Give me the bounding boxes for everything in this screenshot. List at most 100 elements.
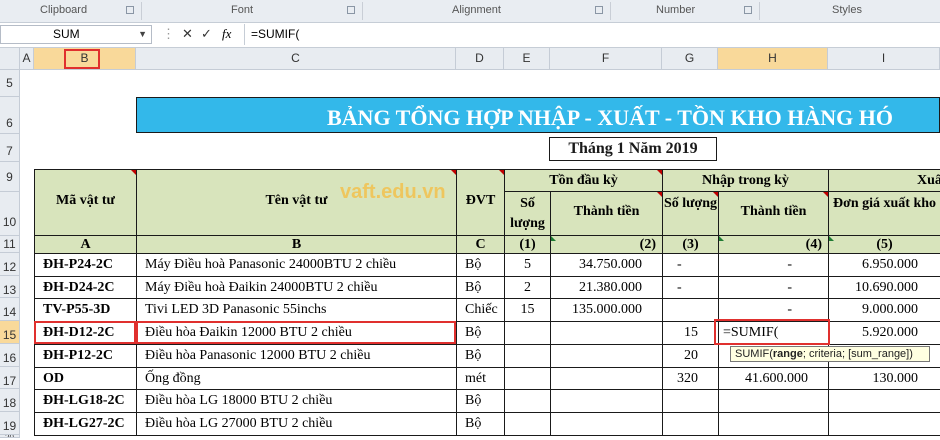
ribbon-group-clipboard[interactable]: Clipboard (40, 4, 87, 16)
comment-indicator-icon[interactable] (131, 170, 136, 175)
cell-thanh-tien[interactable] (550, 344, 663, 368)
formula-input[interactable]: =SUMIF( (244, 24, 940, 45)
error-indicator-icon[interactable] (829, 236, 834, 241)
comment-indicator-icon[interactable] (713, 192, 718, 197)
cell-ten-vat-tu[interactable]: Điều hòa LG 18000 BTU 2 chiều (136, 389, 457, 413)
error-indicator-icon[interactable] (551, 236, 556, 241)
cell-thanh-tien[interactable]: 34.750.000 (550, 253, 663, 277)
column-header-d[interactable]: D (456, 48, 504, 70)
cell-thanh-tien-nhap[interactable]: 41.600.000 (718, 367, 829, 390)
cell-dvt[interactable]: Chiếc (456, 298, 505, 322)
tooltip-arg-range[interactable]: range (773, 348, 803, 360)
cell-ma-vat-tu[interactable]: ĐH-P24-2C (34, 253, 137, 277)
code-g[interactable]: (3) (662, 235, 719, 254)
cell-so-luong-nhap[interactable]: 20 (662, 344, 719, 368)
comment-indicator-icon[interactable] (499, 170, 504, 175)
select-all-corner[interactable] (0, 48, 20, 70)
name-box-dropdown-icon[interactable]: ▼ (138, 26, 147, 43)
cell-so-luong[interactable]: 15 (504, 298, 551, 322)
clipboard-launcher-icon[interactable] (126, 6, 134, 14)
row-header[interactable]: 17 (0, 367, 20, 389)
font-launcher-icon[interactable] (347, 6, 355, 14)
cell-so-luong-nhap[interactable]: 320 (662, 367, 719, 390)
row-header[interactable]: 13 (0, 276, 20, 298)
cell-so-luong-nhap[interactable] (662, 298, 719, 322)
sheet-title[interactable]: BẢNG TỔNG HỢP NHẬP - XUẤT - TỒN KHO HÀNG… (136, 97, 940, 133)
cell-don-gia-xuat[interactable]: 9.000.000 (828, 298, 940, 322)
code-f[interactable]: (2) (550, 235, 663, 254)
header-nhap-trong-ky[interactable]: Nhập trong kỳ (662, 169, 829, 192)
cell-thanh-tien[interactable] (550, 412, 663, 436)
cell-so-luong[interactable] (504, 389, 551, 413)
cell-so-luong[interactable]: 5 (504, 253, 551, 277)
cell-ma-vat-tu[interactable]: ĐH-LG18-2C (34, 389, 137, 413)
cell-dvt[interactable]: Bộ (456, 253, 505, 277)
code-h[interactable]: (4) (718, 235, 829, 254)
comment-indicator-icon[interactable] (451, 170, 456, 175)
header-thanh-tien-nhap[interactable]: Thành tiền (718, 191, 829, 236)
cell-so-luong[interactable] (504, 321, 551, 345)
comment-indicator-icon[interactable] (823, 192, 828, 197)
cell-thanh-tien-nhap[interactable] (718, 389, 829, 413)
ribbon-group-font[interactable]: Font (231, 4, 253, 16)
ribbon-group-styles[interactable]: Styles (832, 4, 862, 16)
row-header[interactable]: 12 (0, 253, 20, 276)
row-header[interactable]: 18 (0, 389, 20, 412)
cell-dvt[interactable]: Bộ (456, 344, 505, 368)
name-box[interactable]: SUM ▼ (0, 25, 152, 44)
cell-ma-vat-tu[interactable]: ĐH-D12-2C (34, 321, 137, 345)
row-header[interactable]: 11 (0, 236, 20, 253)
cell-ten-vat-tu[interactable]: Ống đồng (136, 367, 457, 390)
cancel-icon[interactable]: ✕ (182, 26, 193, 42)
cell-thanh-tien[interactable] (550, 367, 663, 390)
header-dvt[interactable]: ĐVT (456, 169, 505, 236)
cell-dvt[interactable]: Bộ (456, 412, 505, 436)
cell-don-gia-xuat[interactable] (828, 412, 940, 436)
cell-ma-vat-tu[interactable]: TV-P55-3D (34, 298, 137, 322)
cell-ma-vat-tu[interactable]: ĐH-P12-2C (34, 344, 137, 368)
cell-ten-vat-tu[interactable]: Máy Điều hoà Đaikin 24000BTU 2 chiều (136, 276, 457, 299)
insert-function-icon[interactable]: fx (222, 26, 231, 42)
cell-so-luong[interactable] (504, 412, 551, 436)
comment-indicator-icon[interactable] (657, 170, 662, 175)
cell-don-gia-xuat[interactable]: 10.690.000 (828, 276, 940, 299)
cell-so-luong-nhap[interactable]: 15 (662, 321, 719, 345)
column-header-e[interactable]: E (504, 48, 550, 70)
code-e[interactable]: (1) (504, 235, 551, 254)
cell-ten-vat-tu[interactable]: Tivi LED 3D Panasonic 55inchs (136, 298, 457, 322)
cell-thanh-tien[interactable] (550, 321, 663, 345)
cell-don-gia-xuat[interactable] (828, 389, 940, 413)
cell-dvt[interactable]: Bộ (456, 321, 505, 345)
cell-so-luong-nhap[interactable] (662, 389, 719, 413)
cell-ten-vat-tu[interactable]: Máy Điều hoà Panasonic 24000BTU 2 chiều (136, 253, 457, 277)
cell-don-gia-xuat[interactable]: 5.920.000 (828, 321, 940, 345)
cell-thanh-tien[interactable] (550, 389, 663, 413)
cell-thanh-tien-nhap[interactable]: - (718, 253, 829, 277)
cell-thanh-tien[interactable]: 21.380.000 (550, 276, 663, 299)
ribbon-group-number[interactable]: Number (656, 4, 695, 16)
row-header[interactable]: 7 (0, 134, 20, 162)
header-thanh-tien[interactable]: Thành tiền (550, 191, 663, 236)
cell-don-gia-xuat[interactable]: 130.000 (828, 367, 940, 390)
row-header[interactable]: 19 (0, 412, 20, 435)
cell-so-luong[interactable]: 2 (504, 276, 551, 299)
cell-ma-vat-tu[interactable]: ĐH-D24-2C (34, 276, 137, 299)
column-header-f[interactable]: F (550, 48, 662, 70)
column-header-c[interactable]: C (136, 48, 456, 70)
number-launcher-icon[interactable] (744, 6, 752, 14)
function-argument-tooltip[interactable]: SUMIF(range; criteria; [sum_range]) (730, 346, 930, 362)
row-header[interactable]: 5 (0, 70, 20, 97)
cell-ten-vat-tu[interactable]: Điều hòa LG 27000 BTU 2 chiều (136, 412, 457, 436)
cell-dvt[interactable]: Bộ (456, 276, 505, 299)
column-header-i[interactable]: I (828, 48, 940, 70)
enter-icon[interactable]: ✓ (201, 26, 212, 42)
comment-indicator-icon[interactable] (657, 192, 662, 197)
row-header[interactable]: 16 (0, 344, 20, 367)
header-xuat[interactable]: Xuấ (828, 169, 940, 192)
header-ton-dau-ky[interactable]: Tồn đầu kỳ (504, 169, 663, 192)
code-b[interactable]: B (136, 235, 457, 254)
cell-thanh-tien-nhap[interactable]: - (718, 298, 829, 322)
column-header-a[interactable]: A (20, 48, 34, 70)
column-header-g[interactable]: G (662, 48, 718, 70)
row-header[interactable]: 10 (0, 192, 20, 236)
